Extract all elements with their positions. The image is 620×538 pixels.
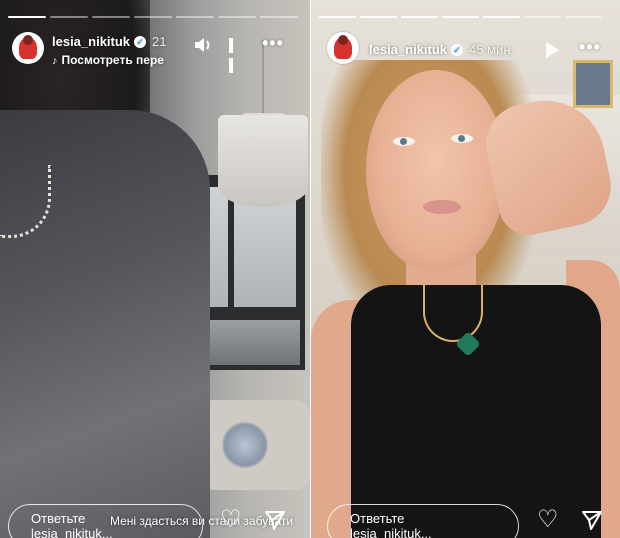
scene-city [195, 320, 300, 365]
scene-lips [423, 200, 461, 214]
verified-badge-icon: ✓ [451, 44, 464, 56]
more-dots-icon[interactable]: ••• [262, 33, 284, 54]
progress-segment [319, 16, 356, 18]
story-header: lesia_nikituk ✓ 21 ♪ Посмотреть пере ••• [0, 30, 310, 70]
audio-attribution[interactable]: ♪ Посмотреть пере [52, 53, 164, 67]
progress-segment [483, 16, 520, 18]
progress-segment [8, 16, 46, 18]
avatar[interactable] [327, 32, 359, 64]
speaker-icon[interactable] [193, 36, 213, 59]
username-text[interactable]: lesia_nikituk [52, 34, 130, 49]
progress-segment [442, 16, 479, 18]
send-icon[interactable] [581, 509, 603, 531]
pause-icon[interactable] [229, 38, 243, 78]
scene-face [366, 70, 506, 270]
progress-segment [176, 16, 214, 18]
progress-segment [565, 16, 602, 18]
heart-icon[interactable]: ♡ [220, 508, 242, 532]
scene-eye [393, 137, 415, 146]
progress-segment [134, 16, 172, 18]
verified-badge-icon: ✓ [134, 36, 147, 48]
reply-placeholder-line1: Ответьте [350, 511, 405, 526]
progress-segment [360, 16, 397, 18]
avatar[interactable] [12, 32, 44, 64]
reply-field[interactable]: Ответьте lesia_nikituk... [327, 504, 519, 538]
progress-segment [50, 16, 88, 18]
story-left[interactable]: lesia_nikituk ✓ 21 ♪ Посмотреть пере ••• От… [0, 0, 310, 538]
story-header: lesia_nikituk ✓ 45 мин. ••• [311, 30, 620, 70]
story-progress-bar [8, 16, 298, 18]
timestamp: 21 [152, 34, 167, 49]
username[interactable]: lesia_nikituk ✓ 45 мин. [369, 42, 514, 57]
progress-segment [401, 16, 438, 18]
story-right[interactable]: lesia_nikituk ✓ 45 мин. ••• Ответьте lesia… [311, 0, 620, 538]
audio-line-text: Посмотреть пере [61, 53, 164, 67]
progress-segment [218, 16, 256, 18]
send-icon[interactable] [264, 509, 286, 531]
heart-icon[interactable]: ♡ [537, 508, 559, 532]
progress-segment [524, 16, 561, 18]
play-icon[interactable] [546, 42, 559, 58]
timestamp: 45 мин. [469, 42, 515, 57]
progress-segment [92, 16, 130, 18]
username[interactable]: lesia_nikituk ✓ 21 [52, 34, 167, 49]
username-text[interactable]: lesia_nikituk [369, 42, 447, 57]
scene-eye [451, 134, 473, 143]
scene-flowers [222, 420, 268, 470]
story-progress-bar [319, 16, 602, 18]
more-dots-icon[interactable]: ••• [579, 37, 601, 58]
scene-lamp [218, 115, 308, 207]
music-note-icon: ♪ [52, 55, 58, 67]
reply-placeholder-line2: lesia_nikituk... [350, 526, 432, 538]
progress-segment [260, 16, 298, 18]
